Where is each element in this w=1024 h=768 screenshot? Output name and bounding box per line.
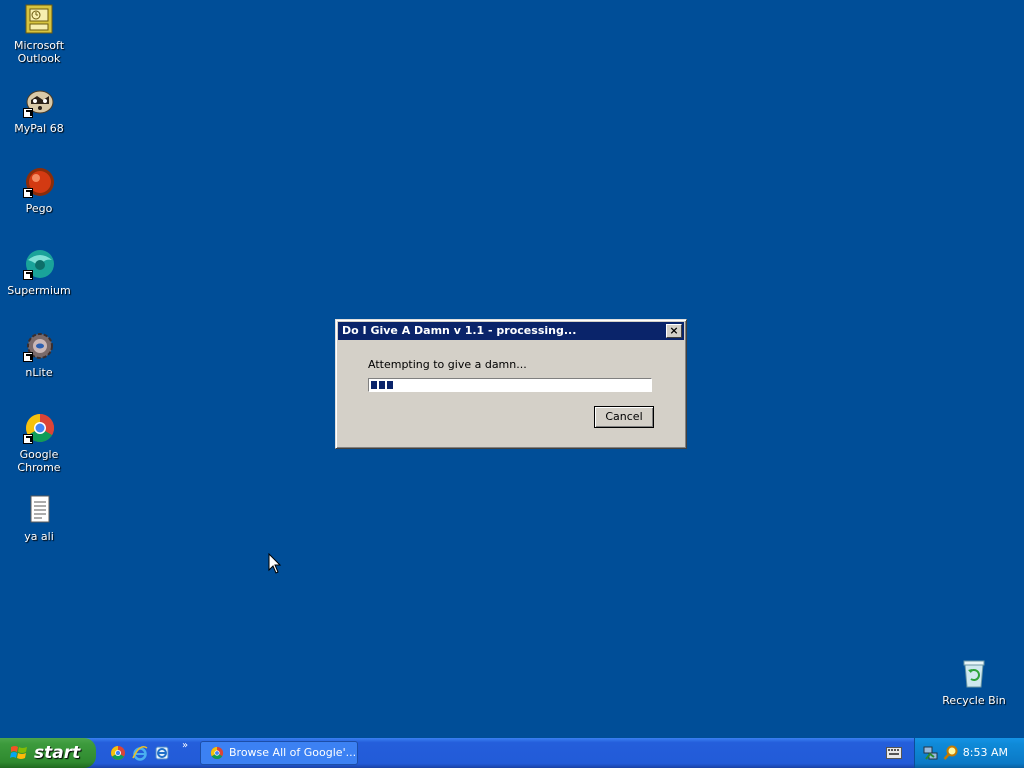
desktop-icon-label: nLite xyxy=(25,366,53,379)
progress-block xyxy=(371,381,377,389)
start-button[interactable]: start xyxy=(0,738,96,768)
outlook-icon xyxy=(23,3,55,35)
cancel-button[interactable]: Cancel xyxy=(594,406,654,428)
desktop-icon-label: ya ali xyxy=(24,530,54,543)
system-tray: 8:53 AM xyxy=(914,738,1024,768)
ie-quicklaunch-icon[interactable] xyxy=(132,745,148,761)
progress-bar xyxy=(368,378,652,392)
recycle-bin-icon xyxy=(958,658,990,690)
chrome-icon xyxy=(210,746,224,760)
desktop-icon-label: MyPal 68 xyxy=(14,122,64,135)
clock[interactable]: 8:53 AM xyxy=(963,738,1008,768)
ie-alt-quicklaunch-icon[interactable] xyxy=(154,745,170,761)
close-button[interactable]: × xyxy=(666,324,682,338)
taskbar-window-label: Browse All of Google'... xyxy=(229,746,357,759)
desktop-icon-recycle-bin[interactable]: Recycle Bin xyxy=(935,658,1013,707)
taskbar-window-button[interactable]: Browse All of Google'... xyxy=(200,741,358,765)
desktop-icon-supermium[interactable]: Supermium xyxy=(0,248,78,297)
desktop-icon-label: Pego xyxy=(25,202,53,215)
supermium-icon xyxy=(23,248,55,280)
dialog-titlebar[interactable]: Do I Give A Damn v 1.1 - processing... × xyxy=(338,322,684,340)
windows-logo-icon xyxy=(10,746,27,759)
text-file-icon xyxy=(23,494,55,526)
progress-dialog: Do I Give A Damn v 1.1 - processing... ×… xyxy=(335,319,687,449)
desktop-icon-label: Supermium xyxy=(7,284,71,297)
mypal-icon xyxy=(23,86,55,118)
progress-block xyxy=(387,381,393,389)
quicklaunch-more-button[interactable]: » xyxy=(182,740,188,751)
shortcut-arrow-icon xyxy=(23,188,33,198)
desktop-icon-ya-ali[interactable]: ya ali xyxy=(0,494,78,543)
search-icon[interactable] xyxy=(943,745,959,761)
chrome-icon xyxy=(23,412,55,444)
desktop-icon-google-chrome[interactable]: Google Chrome xyxy=(0,412,78,474)
close-icon: × xyxy=(669,324,679,337)
shortcut-arrow-icon xyxy=(23,352,33,362)
keyboard-icon[interactable] xyxy=(886,747,902,759)
pego-icon xyxy=(23,166,55,198)
start-label: start xyxy=(34,743,81,763)
desktop-icon-outlook[interactable]: Microsoft Outlook xyxy=(0,3,78,65)
desktop-icon-mypal[interactable]: MyPal 68 xyxy=(0,86,78,135)
status-text: Attempting to give a damn... xyxy=(368,358,527,371)
shortcut-arrow-icon xyxy=(23,108,33,118)
chrome-quicklaunch-icon[interactable] xyxy=(110,745,126,761)
network-icon[interactable] xyxy=(923,745,939,761)
desktop-icon-nlite[interactable]: nLite xyxy=(0,330,78,379)
desktop-icon-label: Microsoft Outlook xyxy=(13,39,65,65)
desktop-icon-label: Google Chrome xyxy=(17,448,61,474)
mouse-cursor-icon xyxy=(268,553,282,574)
progress-block xyxy=(379,381,385,389)
nlite-icon xyxy=(23,330,55,362)
taskbar: start » Browse All of Google'... 8:53 AM xyxy=(0,738,1024,768)
shortcut-arrow-icon xyxy=(23,434,33,444)
dialog-title: Do I Give A Damn v 1.1 - processing... xyxy=(342,324,577,337)
desktop-icon-label: Recycle Bin xyxy=(942,694,1006,707)
desktop-icon-pego[interactable]: Pego xyxy=(0,166,78,215)
shortcut-arrow-icon xyxy=(23,270,33,280)
